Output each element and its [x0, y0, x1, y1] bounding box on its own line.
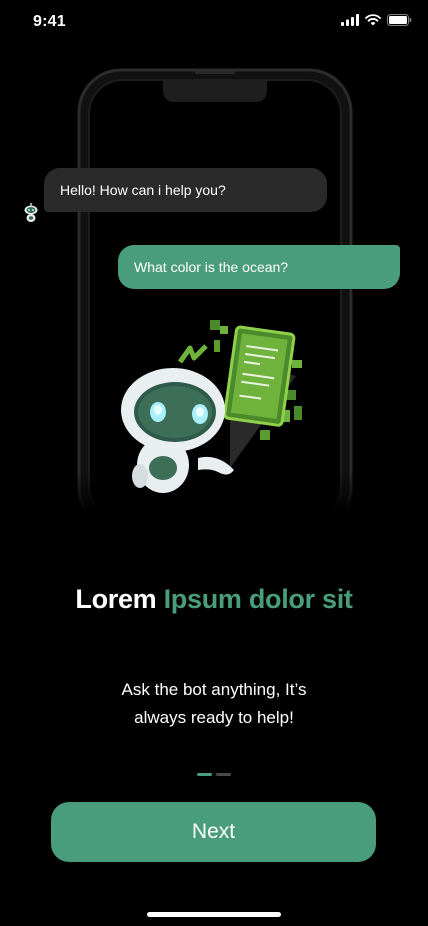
battery-icon [387, 14, 412, 26]
next-button[interactable]: Next [51, 802, 376, 862]
headline: Lorem Ipsum dolor sit [0, 584, 428, 615]
status-icons [341, 14, 412, 26]
subtitle: Ask the bot anything, It’s always ready … [84, 676, 344, 732]
bot-avatar-icon [24, 203, 38, 222]
user-message-text: What color is the ocean? [134, 259, 289, 275]
bot-message-bubble: Hello! How can i help you? [44, 168, 327, 212]
page-dot-1[interactable] [197, 773, 212, 776]
subtitle-line1: Ask the bot anything, It’s [121, 680, 307, 699]
status-time: 9:41 [33, 13, 66, 30]
headline-accent: Ipsum dolor sit [163, 584, 353, 614]
signal-icon [341, 14, 359, 26]
home-indicator[interactable] [147, 912, 281, 917]
page-dot-2[interactable] [216, 773, 231, 776]
subtitle-line2: always ready to help! [134, 708, 294, 727]
page-indicator [197, 773, 231, 776]
wifi-icon [365, 14, 381, 26]
bot-message-text: Hello! How can i help you? [60, 182, 226, 198]
status-bar: 9:41 [0, 0, 428, 44]
robot-document-illustration [121, 320, 302, 493]
user-message-bubble: What color is the ocean? [118, 245, 400, 289]
headline-part1: Lorem [75, 584, 157, 614]
